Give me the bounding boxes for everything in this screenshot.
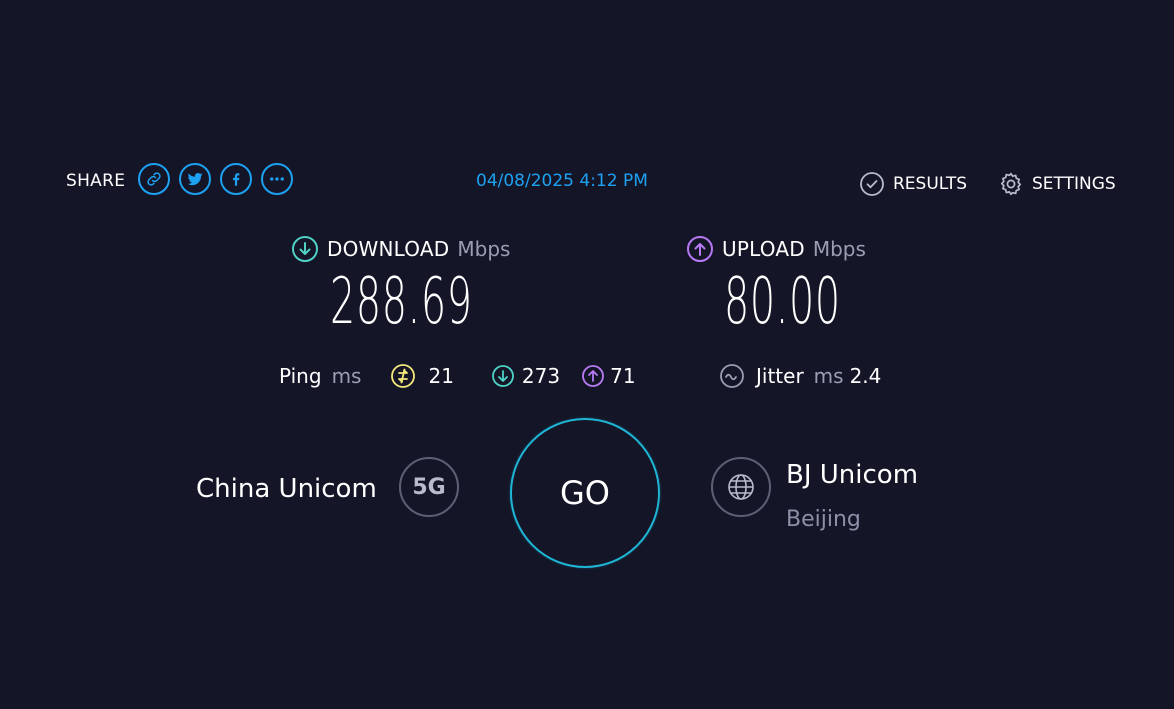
jitter-label: Jitter: [756, 364, 804, 388]
share-more-button[interactable]: [261, 163, 293, 195]
isp-name: China Unicom: [196, 474, 377, 504]
upload-latency-icon: [582, 365, 605, 387]
test-datetime[interactable]: 04/08/2025 4:12 PM: [476, 171, 648, 191]
results-label: RESULTS: [893, 174, 968, 194]
download-arrow-icon: [292, 236, 318, 262]
twitter-icon: [187, 173, 203, 186]
upload-arrow-icon: [687, 236, 713, 262]
settings-button[interactable]: SETTINGS: [998, 171, 1116, 197]
ping-unit: ms: [331, 364, 362, 388]
download-label: DOWNLOAD: [327, 237, 450, 261]
upload-header: UPLOAD Mbps: [686, 235, 866, 263]
change-server-button[interactable]: [711, 457, 771, 517]
upload-label: UPLOAD: [722, 237, 805, 261]
link-icon: [147, 172, 161, 186]
jitter-value: 2.4: [849, 364, 882, 388]
download-latency-icon: [492, 365, 514, 387]
download-speed-value: 288.69: [330, 265, 473, 339]
ping-idle-value: 21: [428, 364, 454, 388]
download-unit: Mbps: [457, 237, 511, 261]
results-button[interactable]: RESULTS: [859, 171, 967, 197]
server-location: Beijing: [786, 507, 861, 532]
download-header: DOWNLOAD Mbps: [291, 235, 510, 263]
jitter-row: Jitter ms 2.4: [719, 362, 881, 390]
upload-speed-value: 80.00: [724, 265, 841, 339]
gear-icon: [1000, 172, 1022, 196]
ping-download-value: 273: [521, 364, 561, 388]
facebook-icon: [233, 173, 240, 186]
ping-upload-value: 71: [610, 364, 636, 388]
check-circle-icon: [860, 172, 884, 196]
upload-unit: Mbps: [812, 237, 866, 261]
idle-latency-icon: [391, 364, 416, 388]
share-twitter-button[interactable]: [179, 163, 211, 195]
go-button[interactable]: GO: [510, 418, 660, 568]
globe-icon: [728, 474, 754, 500]
connection-type-badge: 5G: [399, 457, 459, 517]
settings-label: SETTINGS: [1032, 174, 1116, 194]
more-icon: [270, 177, 284, 181]
ping-label: Ping: [279, 364, 322, 388]
server-name[interactable]: BJ Unicom: [786, 458, 918, 492]
share-link-button[interactable]: [138, 163, 170, 195]
share-facebook-button[interactable]: [220, 163, 252, 195]
jitter-wave-icon: [720, 364, 744, 388]
share-label: SHARE: [66, 171, 126, 191]
jitter-unit: ms: [813, 364, 844, 388]
ping-row: Ping ms 21 273 71: [279, 362, 636, 390]
